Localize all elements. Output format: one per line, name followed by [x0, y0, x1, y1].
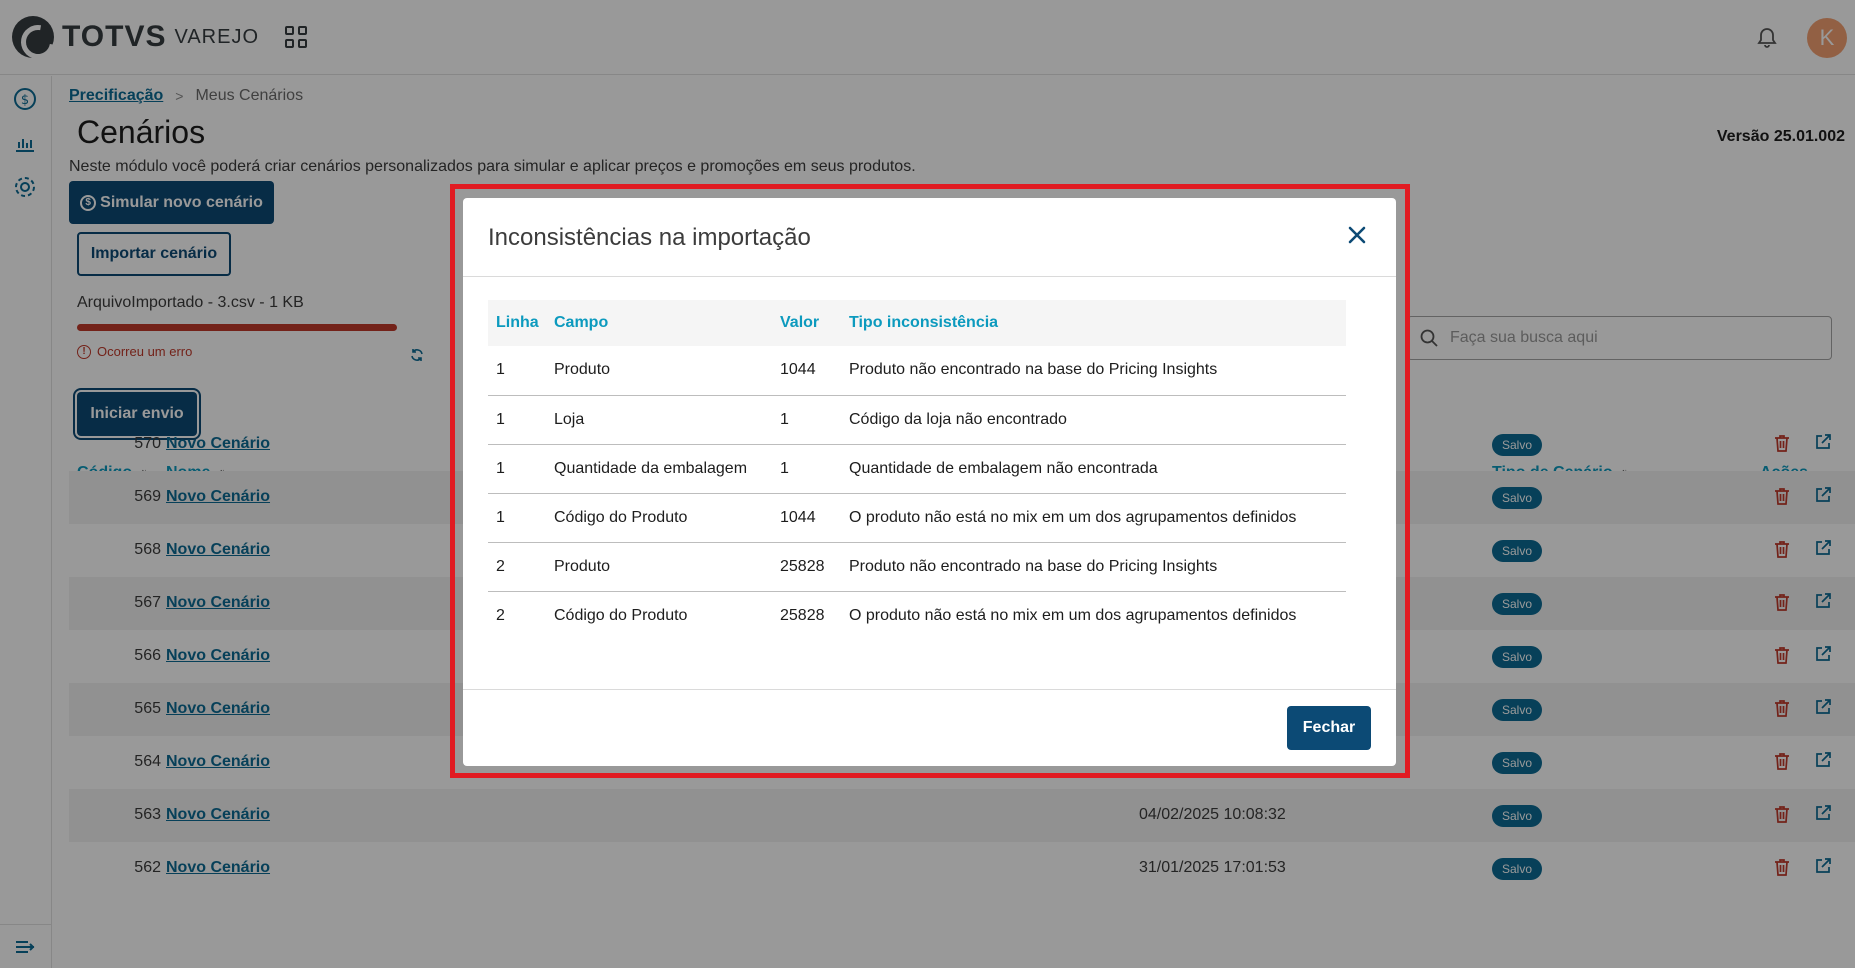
inconsistency-row: 2 Código do Produto 25828 O produto não est…	[488, 591, 1346, 640]
inconsistency-campo: Quantidade da embalagem	[546, 444, 772, 494]
inconsistency-linha: 1	[488, 346, 546, 396]
dialog-divider	[463, 276, 1396, 277]
inconsistency-campo: Produto	[546, 542, 772, 592]
inconsistency-tipo: O produto não está no mix em um dos agru…	[841, 493, 1346, 543]
inc-header-tipo: Tipo inconsistência	[841, 300, 1346, 346]
inconsistency-tipo: Produto não encontrado na base do Pricin…	[841, 346, 1346, 396]
dialog-title: Inconsistências na importação	[488, 224, 811, 251]
close-dialog-button[interactable]: Fechar	[1287, 706, 1371, 750]
inconsistency-row: 1 Quantidade da embalagem 1 Quantidade de e…	[488, 444, 1346, 494]
inconsistency-row: 2 Produto 25828 Produto não encontrado na b…	[488, 542, 1346, 592]
inconsistency-row: 1 Código do Produto 1044 O produto não está…	[488, 493, 1346, 543]
inconsistency-campo: Código do Produto	[546, 493, 772, 543]
inconsistency-campo: Código do Produto	[554, 606, 688, 624]
inconsistencies-header-row: Linha Campo Valor Tipo inconsistência	[488, 300, 1346, 346]
inconsistency-tipo: O produto não está no mix em um dos agru…	[849, 606, 1297, 624]
inconsistency-linha: 2	[488, 542, 546, 592]
inc-header-valor: Valor	[772, 300, 841, 346]
inconsistency-linha: 1	[488, 493, 546, 543]
inconsistencies-table: Linha Campo Valor Tipo inconsistência 1P…	[488, 300, 1346, 640]
inconsistency-valor: 25828	[780, 606, 825, 624]
inc-header-linha: Linha	[488, 300, 546, 346]
inconsistency-valor: 1	[772, 444, 841, 494]
inconsistency-valor: 25828	[772, 542, 841, 592]
inconsistency-row: 1 Produto 1044 Produto não encontrado na ba…	[488, 346, 1346, 396]
inconsistency-linha: 1	[488, 444, 546, 494]
inconsistency-linha: 2	[496, 606, 505, 624]
inconsistency-tipo: Código da loja não encontrado	[841, 395, 1346, 445]
import-inconsistencies-dialog: Inconsistências na importação Linha Camp…	[463, 198, 1396, 766]
inconsistency-tipo: Produto não encontrado na base do Pricin…	[841, 542, 1346, 592]
inconsistency-valor: 1	[772, 395, 841, 445]
inc-header-campo: Campo	[546, 300, 772, 346]
inconsistency-campo: Loja	[546, 395, 772, 445]
inconsistency-valor: 1044	[772, 493, 841, 543]
close-icon[interactable]	[1342, 220, 1372, 250]
inconsistency-row: 1 Loja 1 Código da loja não encontrado	[488, 395, 1346, 445]
inconsistency-tipo: Quantidade de embalagem não encontrada	[841, 444, 1346, 494]
inconsistency-campo: Produto	[546, 346, 772, 396]
inconsistency-linha: 1	[488, 395, 546, 445]
inconsistency-valor: 1044	[772, 346, 841, 396]
dialog-divider	[463, 689, 1396, 690]
